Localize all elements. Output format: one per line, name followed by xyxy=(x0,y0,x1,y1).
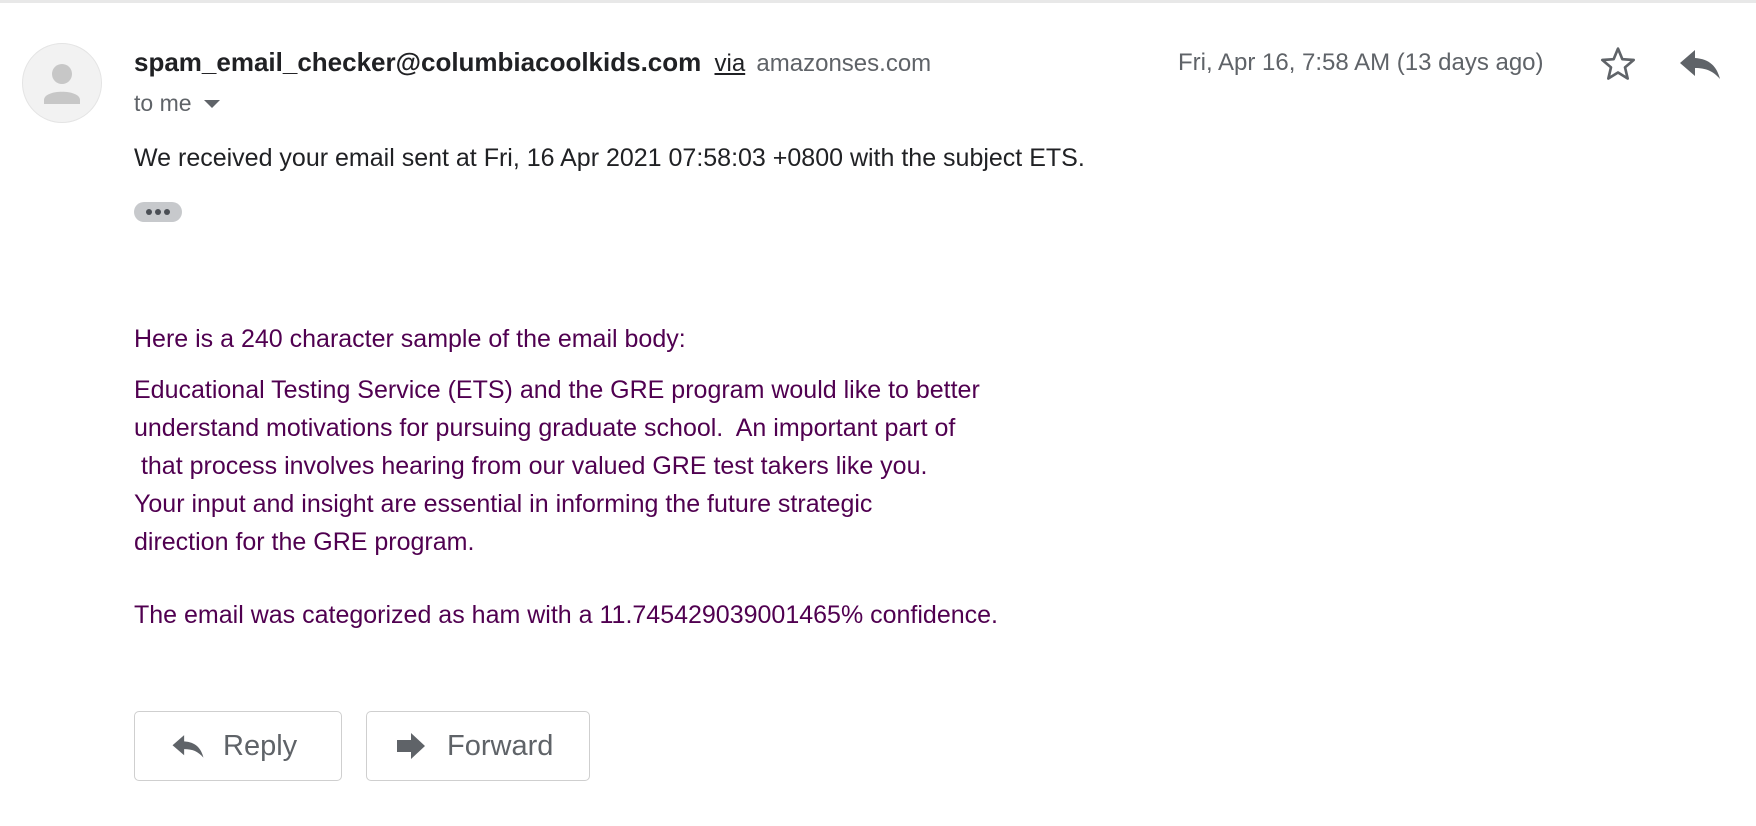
recipient-label: to me xyxy=(134,90,192,116)
person-icon xyxy=(44,64,80,104)
reply-icon xyxy=(172,735,204,758)
email-message-view: spam_email_checker@columbiacoolkids.com … xyxy=(0,0,1756,826)
sender-line: spam_email_checker@columbiacoolkids.com … xyxy=(134,47,931,78)
reply-label: Reply xyxy=(223,729,298,762)
show-trimmed-content-button[interactable] xyxy=(134,202,182,222)
reply-button-header[interactable] xyxy=(1678,46,1722,82)
message-date: Fri, Apr 16, 7:58 AM (13 days ago) xyxy=(1178,49,1544,76)
forward-label: Forward xyxy=(447,729,554,762)
sender-email[interactable]: spam_email_checker@columbiacoolkids.com xyxy=(134,47,701,77)
sender-avatar[interactable] xyxy=(22,43,102,123)
recipient-line: to me xyxy=(134,90,220,117)
categorization-result: The email was categorized as ham with a … xyxy=(134,601,998,629)
caret-down-icon[interactable] xyxy=(203,99,220,108)
ellipsis-icon xyxy=(164,209,170,215)
via-domain: amazonses.com xyxy=(756,50,932,77)
received-notice: We received your email sent at Fri, 16 A… xyxy=(134,144,1085,172)
star-button[interactable] xyxy=(1598,44,1638,84)
reply-button[interactable]: Reply xyxy=(134,711,342,781)
ellipsis-icon xyxy=(155,209,161,215)
via-link[interactable]: via xyxy=(715,50,746,77)
forward-button[interactable]: Forward xyxy=(366,711,590,781)
divider xyxy=(0,0,1756,3)
reply-icon xyxy=(1680,50,1720,79)
email-body-sample: Educational Testing Service (ETS) and th… xyxy=(134,376,980,556)
sample-heading: Here is a 240 character sample of the em… xyxy=(134,325,686,353)
forward-icon xyxy=(397,733,425,759)
star-icon xyxy=(1601,47,1635,80)
ellipsis-icon xyxy=(146,209,152,215)
